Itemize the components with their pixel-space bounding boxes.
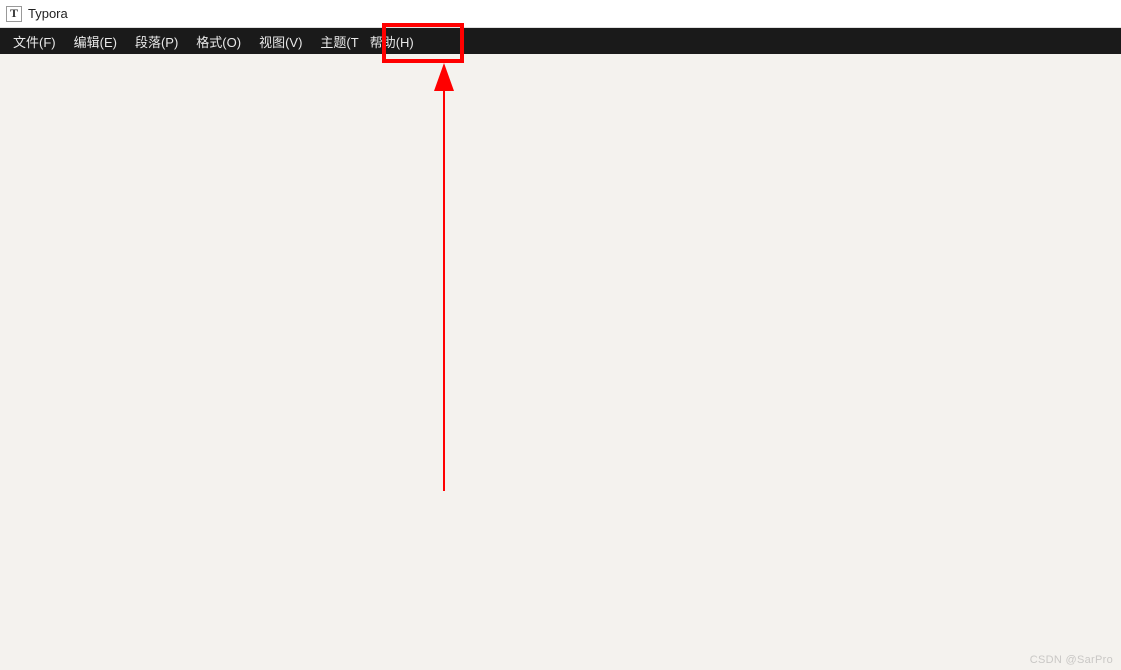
menu-paragraph[interactable]: 段落(P) [126,28,187,54]
menu-bar: 文件(F) 编辑(E) 段落(P) 格式(O) 视图(V) 主题(T 帮助(H) [0,28,1121,54]
menu-help[interactable]: 帮助(H) [361,28,423,54]
menu-format[interactable]: 格式(O) [187,28,250,54]
app-icon: T [6,6,22,22]
menu-view[interactable]: 视图(V) [250,28,311,54]
app-title: Typora [28,6,68,21]
menu-file[interactable]: 文件(F) [4,28,65,54]
title-bar: T Typora [0,0,1121,28]
editor-area[interactable] [0,54,1121,670]
watermark-text: CSDN @SarPro [1030,654,1113,666]
menu-edit[interactable]: 编辑(E) [65,28,126,54]
menu-theme[interactable]: 主题(T [311,28,360,54]
